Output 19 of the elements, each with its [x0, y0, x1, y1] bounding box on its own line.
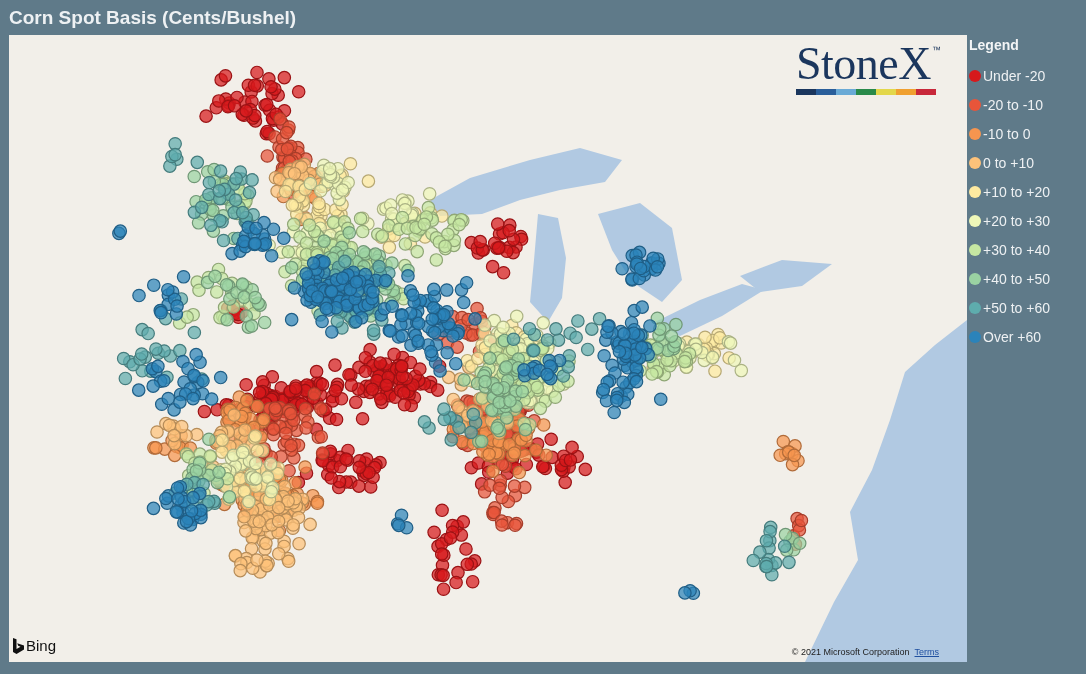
legend-label: -20 to -10	[983, 96, 1043, 113]
legend-title: Legend	[969, 37, 1020, 53]
legend-label: +10 to +20	[983, 183, 1050, 200]
stripe-bar-icon	[796, 89, 936, 95]
logo-icon	[13, 638, 24, 654]
legend-label: +40 to +50	[983, 270, 1050, 287]
legend-label: +50 to +60	[983, 299, 1050, 316]
trademark-mark: ™	[932, 45, 941, 55]
legend-label: Under -20	[983, 67, 1046, 84]
legend-label: 0 to +10	[983, 154, 1034, 171]
logo-text: StoneX	[796, 41, 931, 87]
chart-title: Corn Spot Basis (Cents/Bushel)	[8, 5, 297, 30]
legend-label: +30 to +40	[983, 241, 1050, 258]
provider-name: Bing	[26, 638, 57, 654]
copyright-text: © 2021 Microsoft Corporation	[791, 647, 910, 657]
terms-link[interactable]: Terms	[914, 647, 939, 657]
legend-label: +20 to +30	[983, 212, 1050, 229]
legend-label: -10 to 0	[983, 125, 1031, 142]
legend-label: Over +60	[983, 328, 1041, 345]
